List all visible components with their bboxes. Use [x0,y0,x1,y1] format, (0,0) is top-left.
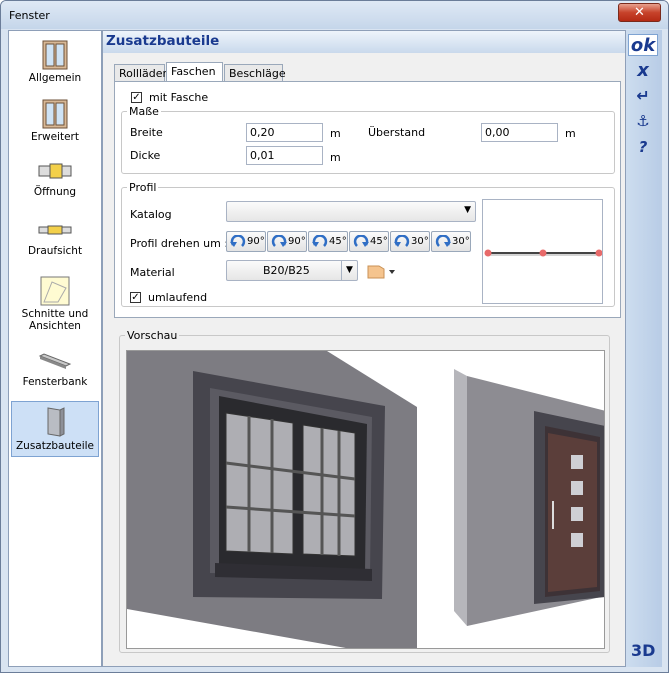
opening-icon [38,163,72,179]
profil-title: Profil [127,181,159,194]
mit-fasche-checkbox[interactable]: ✓ [131,92,142,103]
rotate-ccw-icon [312,235,328,247]
window-title: Fenster [9,9,50,22]
sidebar-item-zusatzbauteile[interactable]: Zusatzbauteile [11,401,99,457]
rotation-value: 90° [288,236,306,247]
rotation-value: 45° [370,236,388,247]
rotate-30-ccw-button[interactable]: 30° [390,231,430,252]
anchor-icon[interactable]: ⚓ [628,112,658,134]
katalog-label: Katalog [130,208,172,221]
material-label: Material [130,266,175,279]
rotation-value: 45° [329,236,347,247]
sidebar-item-oeffnung[interactable]: Öffnung [11,154,99,210]
dicke-field[interactable]: 0,01 [246,146,323,165]
ueberstand-label: Überstand [368,126,426,139]
sidebar-item-fensterbank[interactable]: Fensterbank [11,344,99,400]
main-panel: Zusatzbauteile Rollläden Faschen Beschlä… [102,30,626,667]
tab-rolllaeden[interactable]: Rollläden [114,64,170,82]
material-value: B20/B25 [263,264,310,277]
sidebar-item-label: Schnitte und Ansichten [21,308,89,332]
close-button[interactable]: ✕ [618,3,661,22]
rotate-90-ccw-button[interactable]: 90° [226,231,266,252]
profil-group: Profil Katalog ▼ Profil drehen um : 90° … [121,181,615,307]
katalog-select[interactable]: ▼ [226,201,476,222]
profile-line-graphic [484,249,603,257]
tab-faschen[interactable]: Faschen [166,62,223,83]
material-color-picker[interactable] [367,264,397,279]
rotate-ccw-icon [230,235,246,247]
sidebar-item-allgemein[interactable]: Allgemein [11,36,99,92]
rotate-cw-icon [435,235,451,247]
breite-label: Breite [130,126,163,139]
sidebar-item-erweitert[interactable]: Erweitert [11,95,99,151]
sidebar-item-label: Draufsicht [27,245,83,257]
3d-preview-viewport[interactable] [126,350,605,649]
sill-icon [38,353,72,369]
ok-button[interactable]: ok [628,34,658,56]
vorschau-group: Vorschau [119,329,610,653]
rotation-value: 90° [247,236,265,247]
rotate-cw-icon [271,235,287,247]
rotate-cw-icon [353,235,369,247]
profil-drehen-label: Profil drehen um : [130,237,229,250]
rotate-ccw-icon [394,235,410,247]
topview-icon [38,225,72,235]
page-header: Zusatzbauteile [103,31,625,53]
tab-beschlaege[interactable]: Beschläge [224,64,286,82]
chevron-down-icon: ▼ [341,261,357,280]
rotate-90-cw-button[interactable]: 90° [267,231,307,252]
sidebar-item-label: Fensterbank [22,376,88,388]
dicke-unit: m [330,151,341,164]
rotation-value: 30° [452,236,470,247]
breite-unit: m [330,127,341,140]
umlaufend-label: umlaufend [148,291,208,304]
cancel-button[interactable]: x [628,60,658,82]
masse-title: Maße [127,105,161,118]
sidebar-item-label: Allgemein [28,72,82,84]
material-select[interactable]: B20/B25 ▼ [226,260,358,281]
ueberstand-field[interactable]: 0,00 [481,123,558,142]
sidebar: Allgemein Erweitert Öffnung Draufsicht S… [8,30,102,667]
rotate-45-ccw-button[interactable]: 45° [308,231,348,252]
3d-preview-scene [127,351,604,648]
sidebar-item-label: Zusatzbauteile [15,440,94,452]
window-extended-icon [42,99,68,129]
mit-fasche-label: mit Fasche [149,91,209,104]
ueberstand-unit: m [565,127,576,140]
help-button[interactable]: ? [628,138,658,160]
window-icon [42,40,68,70]
rotate-45-cw-button[interactable]: 45° [349,231,389,252]
vorschau-title: Vorschau [125,329,180,342]
sidebar-item-schnitte[interactable]: Schnitte und Ansichten [11,272,99,340]
masse-group: Maße Breite 0,20 m Überstand 0,00 m Dick… [121,105,615,174]
sidebar-item-label: Öffnung [33,186,77,198]
enter-icon[interactable]: ↵ [628,86,658,108]
chevron-down-icon: ▼ [464,205,471,215]
rotate-30-cw-button[interactable]: 30° [431,231,471,252]
breite-field[interactable]: 0,20 [246,123,323,142]
right-toolbar: ok x ↵ ⚓ ? [626,30,662,667]
dicke-label: Dicke [130,149,161,162]
color-swatch-icon [367,265,395,279]
rotation-value: 30° [411,236,429,247]
title-bar: Fenster ✕ [1,1,668,29]
faschen-panel: ✓ mit Fasche Maße Breite 0,20 m Überstan… [114,81,621,318]
3d-button[interactable]: 3D [631,641,655,660]
addon-icon [47,407,65,437]
page-title: Zusatzbauteile [106,33,220,49]
window: Fenster ✕ Allgemein Erweitert Öffnung Dr… [0,0,669,673]
umlaufend-checkbox[interactable]: ✓ [130,292,141,303]
sidebar-item-draufsicht[interactable]: Draufsicht [11,213,99,269]
sidebar-item-label: Erweitert [31,131,79,143]
section-icon [40,276,70,306]
profile-preview [482,199,603,304]
